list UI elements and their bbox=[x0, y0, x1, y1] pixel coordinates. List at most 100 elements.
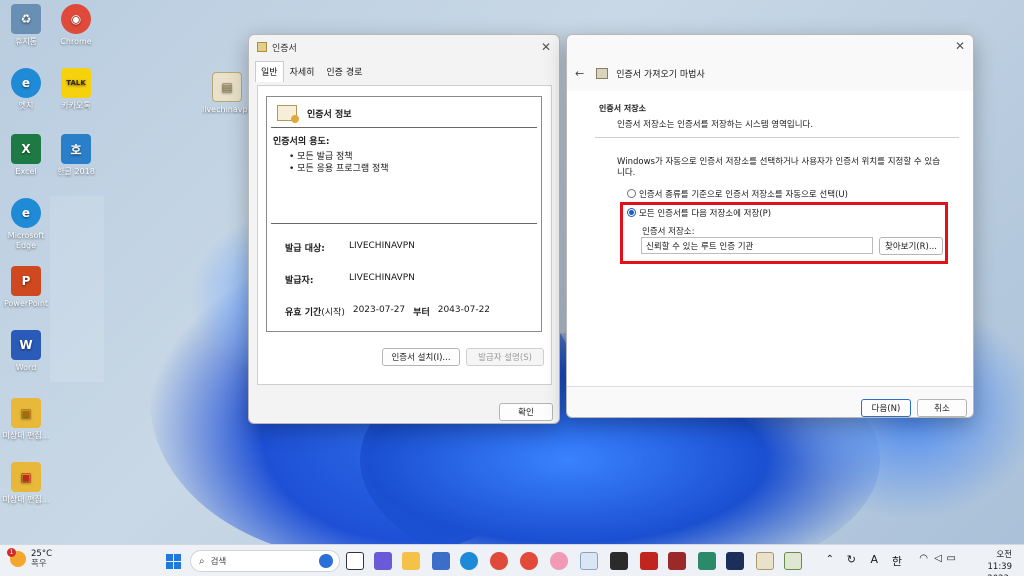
settings-app-icon[interactable] bbox=[432, 552, 450, 570]
certificate-titlebar: 인증서 ✕ bbox=[249, 35, 559, 59]
cancel-button[interactable]: 취소 bbox=[917, 399, 967, 417]
folder-icon: ▣ bbox=[11, 462, 41, 492]
tab-general[interactable]: 일반 bbox=[255, 61, 284, 82]
battery-icon[interactable]: ▭ bbox=[947, 553, 956, 564]
instruction-text: Windows가 자동으로 인증서 저장소를 선택하거나 사용자가 인증서 위치… bbox=[617, 157, 941, 178]
desktop-icon-folder-1[interactable]: ▣ 미상대 편집... bbox=[0, 398, 52, 441]
teams-icon[interactable] bbox=[374, 552, 392, 570]
desktop-icon-hangul[interactable]: 호 한글 2018 bbox=[50, 134, 102, 177]
excel-icon: X bbox=[11, 134, 41, 164]
file-explorer-icon[interactable] bbox=[402, 552, 420, 570]
folder-icon: ▣ bbox=[11, 398, 41, 428]
app-icon-red[interactable] bbox=[668, 552, 686, 570]
next-button[interactable]: 다음(N) bbox=[861, 399, 911, 417]
wizard-icon bbox=[596, 67, 609, 79]
close-icon[interactable]: ✕ bbox=[541, 40, 551, 54]
desktop-icon-powerpoint[interactable]: P PowerPoint bbox=[0, 266, 52, 309]
issued-to-value: LIVECHINAVPN bbox=[349, 241, 415, 251]
start-button[interactable] bbox=[166, 554, 181, 569]
desktop-icon-word[interactable]: W Word bbox=[0, 330, 52, 373]
recycle-bin-icon: ♻ bbox=[11, 4, 41, 34]
purpose-title: 인증서의 용도: bbox=[273, 137, 330, 147]
purpose-item: • 모든 발급 정책 bbox=[289, 152, 353, 162]
notepad-icon[interactable] bbox=[698, 552, 716, 570]
certificate-badge-icon bbox=[277, 105, 299, 123]
volume-icon[interactable]: ◁ bbox=[934, 553, 942, 564]
divider bbox=[271, 223, 537, 224]
wifi-icon[interactable]: ◠ bbox=[919, 553, 928, 564]
certificate-info-box: 인증서 정보 인증서의 용도: • 모든 발급 정책 • 모든 응용 프로그램 … bbox=[266, 96, 542, 332]
valid-from-value: 2023-07-27 bbox=[352, 305, 406, 315]
issued-by-row: 발급자: LIVECHINAVPN bbox=[285, 273, 415, 286]
certificate-file-icon: ▤ bbox=[212, 72, 242, 102]
chrome-taskbar-icon[interactable] bbox=[490, 552, 508, 570]
valid-to-value: 2043-07-22 bbox=[437, 305, 491, 315]
taskbar: 1 25°C 폭우 ⌕ 검색 ⌃ ↻ A 한 ◠ ◁ ▭ 오전 11:39 20… bbox=[0, 544, 1024, 576]
ime-mode-han[interactable]: 한 bbox=[892, 553, 902, 569]
tab-bar: 일반 자세히 인증 경로 bbox=[249, 61, 559, 82]
wizard-title: 인증서 가져오기 마법사 bbox=[616, 69, 705, 80]
wizard-header: ← 인증서 가져오기 마법사 bbox=[567, 59, 973, 87]
issued-to-row: 발급 대상: LIVECHINAVPN bbox=[285, 241, 415, 254]
app-icon-pink[interactable] bbox=[550, 552, 568, 570]
window-app-icon[interactable] bbox=[580, 552, 598, 570]
certificate-dialog: 인증서 ✕ 일반 자세히 인증 경로 인증서 정보 인증서의 용도: • 모든 … bbox=[248, 34, 560, 424]
issued-by-value: LIVECHINAVPN bbox=[349, 273, 415, 283]
notification-badge: 1 bbox=[7, 548, 16, 557]
taskbar-search[interactable]: ⌕ 검색 bbox=[190, 550, 340, 572]
install-certificate-button[interactable]: 인증서 설치(I)... bbox=[382, 348, 460, 366]
radio-auto-select[interactable]: 인증서 종류를 기준으로 인증서 저장소를 자동으로 선택(U) bbox=[627, 188, 848, 200]
ime-mode-a[interactable]: A bbox=[870, 553, 878, 566]
wizard-taskbar-icon[interactable] bbox=[784, 552, 802, 570]
desktop-icon-chrome[interactable]: ◉ Chrome bbox=[50, 4, 102, 47]
search-icon: ⌕ bbox=[199, 555, 205, 567]
ok-button[interactable]: 확인 bbox=[499, 403, 553, 421]
chevron-up-icon[interactable]: ⌃ bbox=[826, 554, 834, 565]
desktop-icon-recycle-bin[interactable]: ♻ 휴지통 bbox=[0, 4, 52, 47]
certificate-icon bbox=[257, 42, 267, 52]
terminal-icon[interactable] bbox=[610, 552, 628, 570]
chrome-icon: ◉ bbox=[61, 4, 91, 34]
desktop-icon-excel[interactable]: X Excel bbox=[0, 134, 52, 177]
general-tab-panel: 인증서 정보 인증서의 용도: • 모든 발급 정책 • 모든 응용 프로그램 … bbox=[257, 85, 552, 385]
desktop-icon-edge-kr[interactable]: e 엣지 bbox=[0, 68, 52, 111]
desktop-icon-folder-2[interactable]: ▣ 미상대 편집... bbox=[0, 462, 52, 505]
photoshop-icon[interactable] bbox=[726, 552, 744, 570]
radio-icon bbox=[627, 189, 636, 198]
filezilla-icon[interactable] bbox=[640, 552, 658, 570]
weather-temp: 25°C bbox=[31, 549, 53, 559]
weather-desc: 폭우 bbox=[31, 559, 47, 569]
hangul-icon: 호 bbox=[61, 134, 91, 164]
weather-widget[interactable]: 1 25°C 폭우 bbox=[7, 548, 53, 569]
desktop-icon-certificate-file[interactable]: ▤ livechinavpn bbox=[202, 72, 252, 115]
chrome-profile-icon[interactable] bbox=[520, 552, 538, 570]
task-view-icon[interactable] bbox=[346, 552, 364, 570]
section-title: 인증서 저장소 bbox=[599, 104, 646, 113]
powerpoint-icon: P bbox=[11, 266, 41, 296]
word-icon: W bbox=[11, 330, 41, 360]
desktop-icon-kakaotalk[interactable]: TALK 카카오톡 bbox=[50, 68, 102, 111]
validity-row: 유효 기간 (시작) 2023-07-27 부터 2043-07-22 bbox=[285, 305, 491, 318]
refresh-icon[interactable]: ↻ bbox=[847, 553, 856, 566]
red-highlight-box bbox=[620, 202, 948, 264]
edge-taskbar-icon[interactable] bbox=[460, 552, 478, 570]
cert-info-heading: 인증서 정보 bbox=[307, 109, 352, 120]
kakaotalk-icon: TALK bbox=[61, 68, 91, 98]
close-icon[interactable]: ✕ bbox=[955, 39, 965, 57]
microsoft-edge-icon: e bbox=[11, 198, 41, 228]
certificate-taskbar-icon[interactable] bbox=[756, 552, 774, 570]
weather-icon: 1 bbox=[7, 548, 26, 567]
tab-details[interactable]: 자세히 bbox=[284, 61, 321, 82]
issuer-statement-button[interactable]: 발급자 설명(S) bbox=[466, 348, 544, 366]
desktop-selection bbox=[50, 196, 104, 382]
edge-icon: e bbox=[11, 68, 41, 98]
section-description: 인증서 저장소는 인증서를 저장하는 시스템 영역입니다. bbox=[617, 120, 814, 130]
dialog-title: 인증서 bbox=[272, 43, 297, 54]
back-arrow-icon[interactable]: ← bbox=[575, 67, 584, 80]
divider bbox=[595, 137, 959, 138]
desktop-icon-microsoft-edge[interactable]: e Microsoft Edge bbox=[0, 198, 52, 251]
clock[interactable]: 오전 11:39 2023-08-10 bbox=[987, 549, 1012, 576]
purpose-item: • 모든 응용 프로그램 정책 bbox=[289, 164, 389, 174]
bing-icon bbox=[319, 554, 333, 568]
tab-cert-path[interactable]: 인증 경로 bbox=[320, 61, 368, 82]
